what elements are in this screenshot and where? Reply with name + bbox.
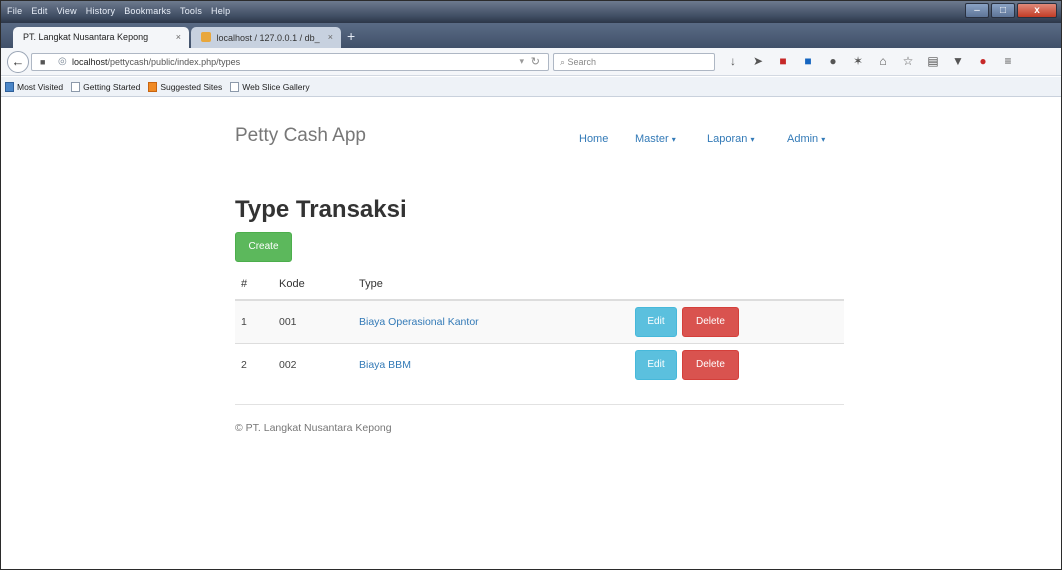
cell-kode: 002 (279, 342, 359, 386)
extension-icon[interactable]: ■ (802, 54, 814, 68)
maximize-button[interactable]: □ (991, 3, 1015, 18)
nav-laporan[interactable]: Laporan ▾ (707, 133, 754, 145)
bookmark-label: Getting Started (83, 81, 141, 92)
menu-bookmarks[interactable]: Bookmarks (124, 6, 171, 16)
cell-type: Biaya Operasional Kantor (359, 299, 635, 343)
bookmark-suggested-sites[interactable]: Suggested Sites (148, 81, 223, 92)
footer-divider (235, 404, 844, 405)
cell-type: Biaya BBM (359, 342, 635, 386)
type-link[interactable]: Biaya BBM (359, 359, 411, 371)
create-button[interactable]: Create (235, 232, 292, 262)
bookmark-star-icon[interactable]: ☆ (902, 54, 914, 68)
table-header-row: # Kode Type (235, 269, 844, 301)
tab-strip: PT. Langkat Nusantara Kepong × localhost… (1, 23, 1061, 48)
page-title: Type Transaksi (235, 196, 407, 223)
most-visited-icon (5, 81, 14, 92)
bookmarks-library-icon[interactable]: ▤ (927, 54, 939, 68)
caret-down-icon: ▾ (750, 135, 755, 144)
tab-close-icon[interactable]: × (328, 32, 333, 42)
nav-label: Admin (787, 133, 819, 145)
search-input[interactable]: ⌕ Search (553, 53, 715, 71)
page-icon (230, 81, 240, 92)
cell-number: 1 (235, 299, 279, 343)
address-bar[interactable]: ■ ◎ localhost/pettycash/public/index.php… (31, 53, 549, 71)
bookmark-label: Most Visited (17, 81, 64, 92)
cell-number: 2 (235, 342, 279, 386)
nav-admin[interactable]: Admin ▾ (787, 133, 825, 145)
tab-close-icon[interactable]: × (176, 32, 181, 42)
menu-edit[interactable]: Edit (31, 6, 47, 16)
phpmyadmin-icon (201, 32, 211, 42)
col-header-number: # (235, 269, 279, 301)
menu-help[interactable]: Help (211, 6, 230, 16)
bookmark-label: Suggested Sites (160, 81, 223, 92)
footer-text: © PT. Langkat Nusantara Kepong (235, 422, 392, 434)
app-brand[interactable]: Petty Cash App (235, 125, 366, 147)
types-table: # Kode Type 1 001 Biaya Operasional Kant… (235, 269, 844, 386)
back-button[interactable]: ← (7, 51, 29, 73)
minimize-button[interactable]: – (965, 3, 989, 18)
tab-label: localhost / 127.0.0.1 / db_ (216, 33, 320, 43)
hamburger-menu-icon[interactable]: ≡ (1002, 54, 1014, 68)
caret-down-icon: ▾ (671, 135, 676, 144)
col-header-kode: Kode (279, 269, 359, 301)
new-tab-button[interactable]: + (347, 29, 355, 43)
table-row: 2 002 Biaya BBM Edit Delete (235, 342, 844, 386)
cell-actions: Edit Delete (635, 299, 844, 343)
delete-button[interactable]: Delete (681, 349, 739, 380)
pdf-icon[interactable]: ■ (777, 54, 789, 68)
cell-actions: Edit Delete (635, 342, 844, 386)
suggested-sites-icon (148, 81, 158, 92)
pocket-icon[interactable]: ▼ (952, 54, 964, 68)
bookmark-label: Web Slice Gallery (242, 81, 310, 92)
delete-button[interactable]: Delete (681, 306, 739, 337)
col-header-type: Type (359, 269, 635, 301)
nav-label: Master (635, 133, 669, 145)
table-row: 1 001 Biaya Operasional Kantor Edit Dele… (235, 299, 844, 343)
url-dropdown-icon[interactable]: ▾ (519, 56, 524, 67)
cell-kode: 001 (279, 299, 359, 343)
nav-home[interactable]: Home (579, 133, 608, 145)
edit-button[interactable]: Edit (635, 306, 677, 337)
download-icon[interactable]: ↓ (727, 54, 739, 68)
globe-icon: ◎ (58, 56, 67, 67)
abp-icon[interactable]: ● (977, 54, 989, 68)
browser-navbar: ← ■ ◎ localhost/pettycash/public/index.p… (1, 48, 1061, 76)
menu-view[interactable]: View (57, 6, 77, 16)
menu-bar: File Edit View History Bookmarks Tools H… (1, 1, 1061, 23)
ghost-icon[interactable]: ● (827, 54, 839, 68)
url-path: /pettycash/public/index.php/types (107, 57, 241, 67)
url-text: localhost/pettycash/public/index.php/typ… (72, 57, 240, 67)
close-window-button[interactable]: x (1017, 3, 1057, 18)
nav-label: Laporan (707, 133, 748, 145)
addon-icon[interactable]: ✶ (852, 54, 864, 68)
search-placeholder: Search (567, 57, 597, 67)
bookmark-web-slice-gallery[interactable]: Web Slice Gallery (230, 81, 310, 92)
tab-label: PT. Langkat Nusantara Kepong (23, 32, 149, 42)
bookmark-getting-started[interactable]: Getting Started (71, 81, 141, 92)
edit-button[interactable]: Edit (635, 349, 677, 380)
caret-down-icon: ▾ (821, 135, 826, 144)
type-link[interactable]: Biaya Operasional Kantor (359, 316, 479, 328)
menu-tools[interactable]: Tools (180, 6, 202, 16)
send-icon[interactable]: ➤ (752, 54, 764, 68)
bookmark-most-visited[interactable]: Most Visited (5, 81, 64, 92)
col-header-actions (635, 269, 844, 301)
reload-icon[interactable]: ↻ (531, 55, 540, 68)
menu-file[interactable]: File (7, 6, 22, 16)
nav-master[interactable]: Master ▾ (635, 133, 676, 145)
tab-pettycash[interactable]: PT. Langkat Nusantara Kepong × (13, 27, 189, 48)
home-icon[interactable]: ⌂ (877, 54, 889, 68)
site-identity-icon[interactable]: ■ (40, 57, 50, 67)
url-host: localhost (72, 57, 108, 67)
menu-history[interactable]: History (86, 6, 115, 16)
bookmarks-bar: Most Visited Getting Started Suggested S… (1, 77, 1061, 97)
page-icon (71, 81, 81, 92)
tab-phpmyadmin[interactable]: localhost / 127.0.0.1 / db_ × (191, 27, 341, 48)
